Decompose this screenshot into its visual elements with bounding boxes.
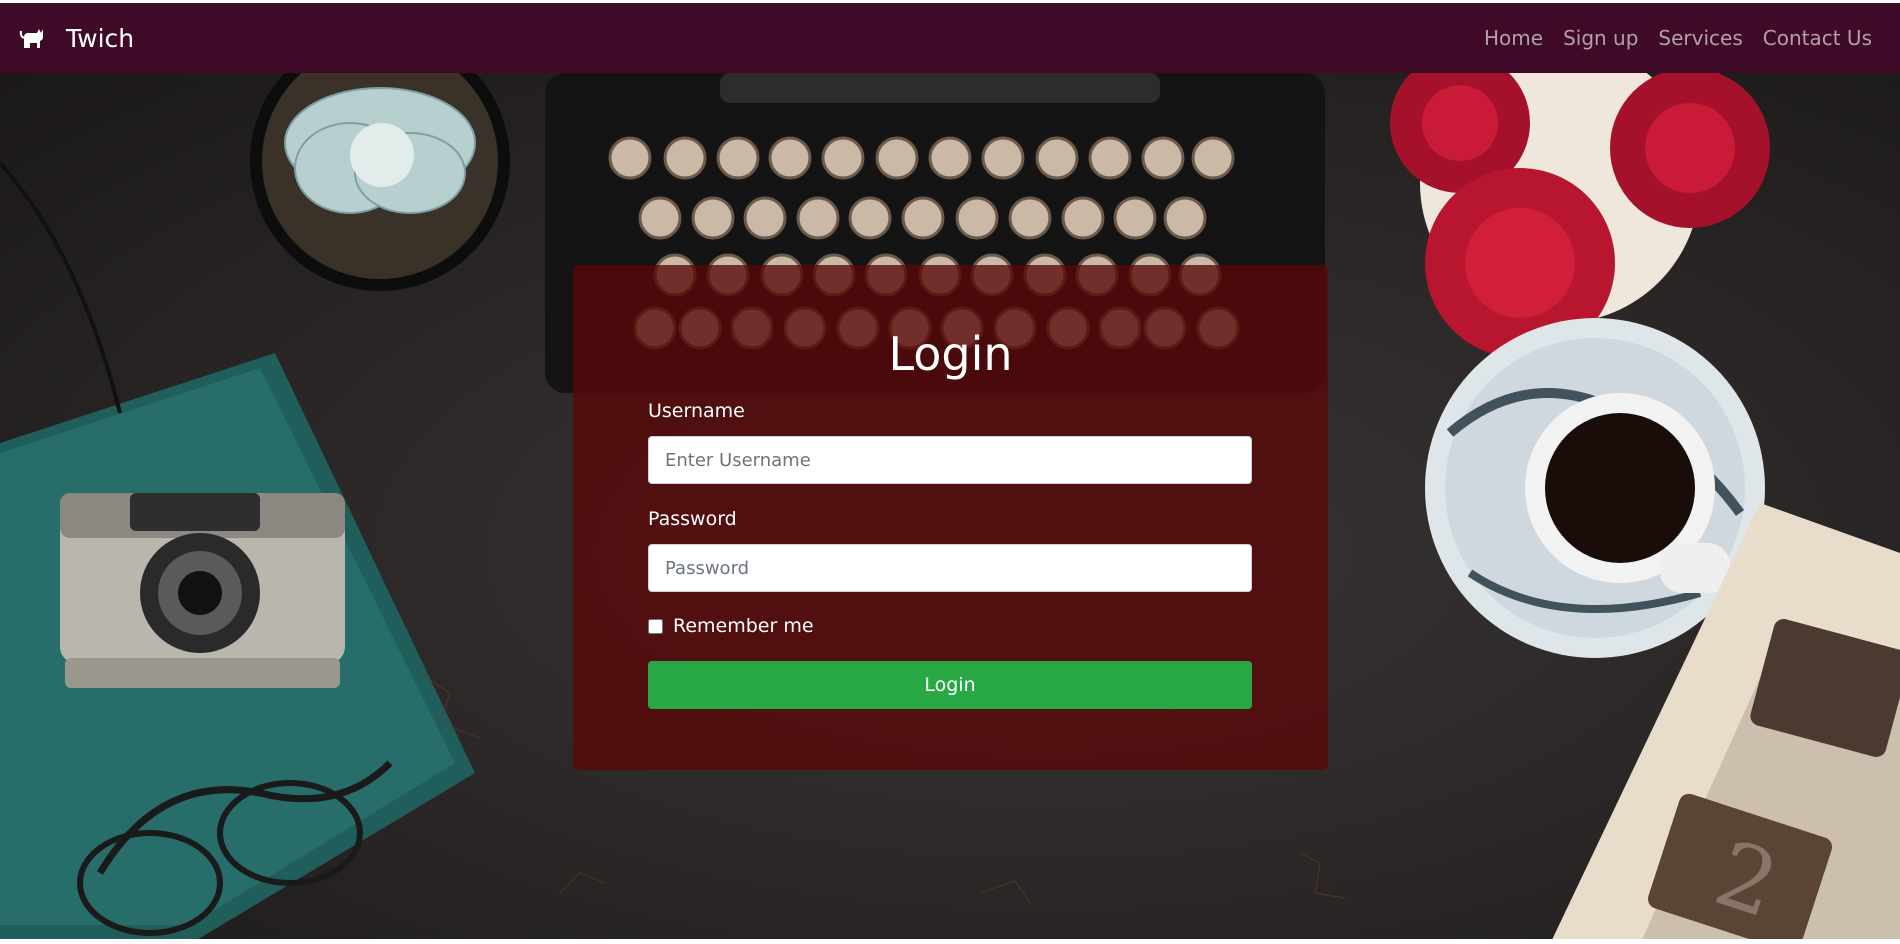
bottom-strip — [0, 939, 1900, 944]
app-frame: Twich Home Sign up Services Contact Us 2… — [0, 0, 1900, 944]
username-input[interactable] — [648, 436, 1252, 484]
remember-me: Remember me — [648, 615, 814, 637]
cat-icon — [18, 23, 48, 53]
login-title: Login — [888, 327, 1013, 381]
brand-name: Twich — [66, 23, 135, 53]
brand[interactable]: Twich — [18, 23, 134, 53]
nav-link-contact-us[interactable]: Contact Us — [1763, 26, 1872, 50]
nav-link-services[interactable]: Services — [1658, 26, 1742, 50]
login-card: Login Username Password Remember me Logi… — [573, 265, 1328, 770]
navbar: Twich Home Sign up Services Contact Us — [0, 3, 1900, 73]
roses-illustration — [1390, 73, 1770, 358]
username-label: Username — [648, 400, 745, 422]
nav-link-home[interactable]: Home — [1484, 26, 1543, 50]
login-button[interactable]: Login — [648, 661, 1252, 709]
password-input[interactable] — [648, 544, 1252, 592]
succulent-illustration — [250, 73, 510, 291]
password-label: Password — [648, 508, 737, 530]
remember-me-checkbox[interactable] — [648, 618, 663, 634]
remember-me-label: Remember me — [673, 615, 814, 637]
nav-link-sign-up[interactable]: Sign up — [1563, 26, 1638, 50]
nav-links: Home Sign up Services Contact Us — [1484, 26, 1872, 50]
